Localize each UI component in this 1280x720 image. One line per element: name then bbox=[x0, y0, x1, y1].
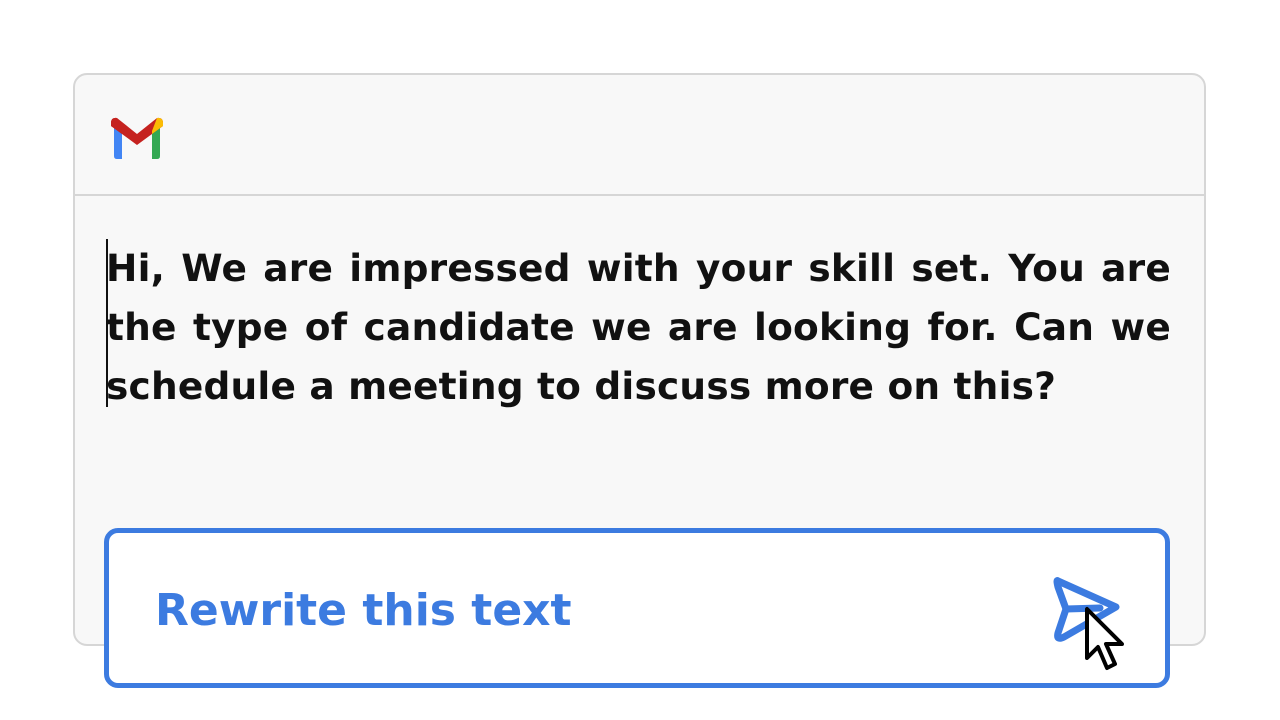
text-caret bbox=[106, 239, 108, 407]
rewrite-prompt-box[interactable] bbox=[104, 528, 1170, 688]
email-body-text[interactable]: Hi, We are impressed with your skill set… bbox=[106, 239, 1171, 416]
mouse-pointer-icon bbox=[1084, 606, 1130, 672]
compose-header bbox=[75, 75, 1204, 196]
gmail-logo-icon bbox=[108, 115, 166, 160]
email-body-area[interactable]: Hi, We are impressed with your skill set… bbox=[106, 239, 1171, 416]
rewrite-prompt-input[interactable] bbox=[155, 583, 855, 639]
